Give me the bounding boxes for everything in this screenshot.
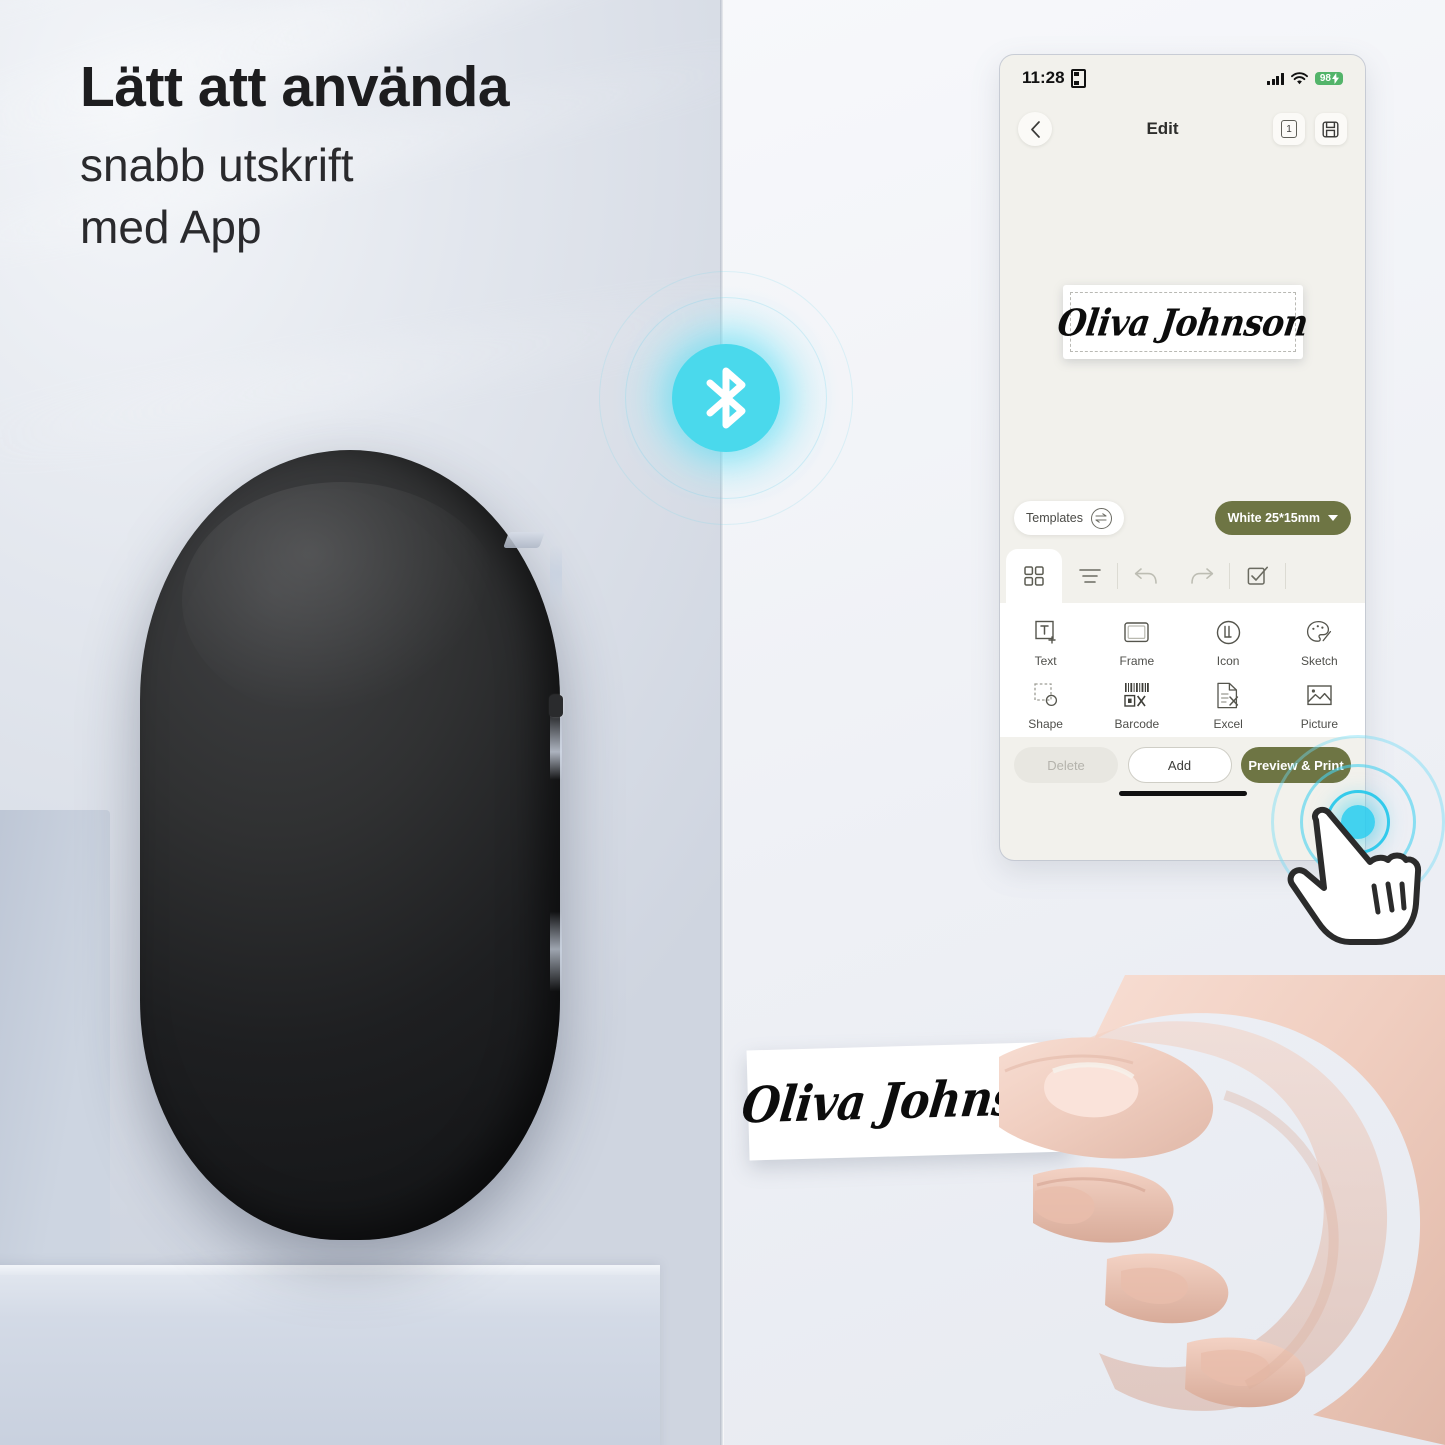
phone-mockup: 11:28 98 Edit 1 Oliva Johnson Templates …	[1000, 55, 1365, 860]
page-subtitle-line2: med App	[80, 200, 262, 253]
text-add-icon	[1033, 617, 1059, 647]
label-printer-device	[140, 450, 563, 1240]
label-text: Oliva Johnson	[1054, 300, 1311, 344]
grid-squares-icon	[1024, 566, 1044, 586]
status-time: 11:28	[1022, 68, 1065, 87]
tool-label: Shape	[1028, 717, 1063, 731]
tool-label: Text	[1034, 654, 1057, 668]
save-button[interactable]	[1314, 113, 1347, 145]
barcode-icon	[1123, 680, 1151, 710]
picture-icon	[1306, 680, 1333, 710]
device-highlight	[182, 481, 502, 719]
tool-grid: Text Frame Icon Sketch Shape Barcode Exc…	[1000, 617, 1365, 731]
tab-redo[interactable]	[1174, 549, 1230, 603]
delete-button[interactable]: Delete	[1014, 747, 1118, 783]
shape-icon	[1033, 680, 1059, 710]
page-title: Lätt att använda	[80, 55, 510, 119]
bluetooth-badge	[598, 270, 854, 526]
tab-grid[interactable]	[1006, 549, 1062, 603]
editor-toolbar-tabs	[1000, 549, 1365, 603]
tool-excel[interactable]: Excel	[1183, 680, 1274, 731]
pointing-hand-cursor-icon	[1282, 800, 1422, 955]
redo-arrow-icon	[1191, 568, 1214, 584]
nav-actions: 1	[1272, 113, 1347, 145]
label-size-value: White 25*15mm	[1227, 511, 1320, 525]
bluetooth-icon	[672, 344, 780, 452]
palette-icon	[1306, 617, 1332, 647]
options-row: Templates White 25*15mm	[1000, 487, 1365, 549]
marketing-copy: Lätt att använda snabb utskrift med App	[80, 55, 700, 258]
checkbox-check-icon	[1247, 566, 1268, 585]
pedestal-front	[0, 1265, 660, 1445]
sim-card-icon	[1070, 68, 1086, 88]
tool-icon[interactable]: Icon	[1183, 617, 1274, 668]
actions-row: Delete Add Preview & Print	[1000, 737, 1365, 789]
status-right: 98	[1267, 71, 1343, 85]
templates-button[interactable]: Templates	[1014, 501, 1124, 535]
tools-panel: Text Frame Icon Sketch Shape Barcode Exc…	[1000, 603, 1365, 737]
tab-select[interactable]	[1230, 549, 1286, 603]
status-left: 11:28	[1022, 68, 1086, 88]
tool-picture[interactable]: Picture	[1274, 680, 1365, 731]
page-count-value: 1	[1280, 120, 1297, 138]
tool-label: Icon	[1216, 654, 1240, 668]
hand-holding-label	[975, 975, 1445, 1445]
add-button[interactable]: Add	[1127, 747, 1232, 783]
save-icon	[1322, 121, 1339, 138]
device-seam	[550, 545, 562, 1015]
tool-frame[interactable]: Frame	[1091, 617, 1182, 668]
tool-label: Excel	[1213, 717, 1243, 731]
label-preview-card[interactable]: Oliva Johnson	[1055, 285, 1310, 359]
tool-text[interactable]: Text	[1000, 617, 1091, 668]
page-count-button[interactable]: 1	[1272, 113, 1305, 145]
tool-label: Picture	[1300, 717, 1339, 731]
device-lid-notch	[503, 532, 545, 548]
label-size-selector[interactable]: White 25*15mm	[1214, 501, 1351, 535]
swap-circle-icon	[1090, 507, 1112, 529]
label-canvas[interactable]: Oliva Johnson	[1000, 157, 1365, 487]
背景-pedestal-back	[0, 810, 110, 1290]
cellular-signal-icon	[1267, 72, 1284, 85]
tool-sketch[interactable]: Sketch	[1274, 617, 1365, 668]
align-lines-icon	[1079, 569, 1101, 583]
excel-file-icon	[1216, 680, 1240, 710]
tool-barcode[interactable]: Barcode	[1091, 680, 1182, 731]
undo-arrow-icon	[1134, 568, 1157, 584]
charging-bolt-icon	[1332, 72, 1339, 84]
app-title: Edit	[1146, 119, 1179, 138]
tool-label: Barcode	[1114, 717, 1160, 731]
tool-label: Frame	[1119, 654, 1155, 668]
wifi-icon	[1290, 71, 1308, 85]
battery-level: 98	[1319, 72, 1331, 84]
chevron-left-icon	[1030, 120, 1040, 138]
page-subtitle-line1: snabb utskrift	[80, 138, 354, 191]
back-button[interactable]	[1018, 112, 1052, 146]
chevron-down-icon	[1328, 515, 1338, 521]
frame-icon	[1123, 617, 1150, 647]
tool-shape[interactable]: Shape	[1000, 680, 1091, 731]
tab-align[interactable]	[1062, 549, 1118, 603]
device-power-button	[549, 695, 563, 717]
templates-label: Templates	[1026, 511, 1083, 525]
tab-undo[interactable]	[1118, 549, 1174, 603]
status-bar: 11:28 98	[1000, 55, 1365, 101]
app-nav-bar: Edit 1	[1000, 101, 1365, 157]
preview-print-button[interactable]: Preview & Print	[1241, 747, 1351, 783]
marketing-image: Lätt att använda snabb utskrift med App …	[0, 0, 1445, 1445]
panel-divider	[720, 0, 724, 1445]
tool-label: Sketch	[1301, 654, 1338, 668]
icon-circle-icon	[1216, 617, 1241, 647]
status-badge: 98	[1314, 71, 1343, 85]
